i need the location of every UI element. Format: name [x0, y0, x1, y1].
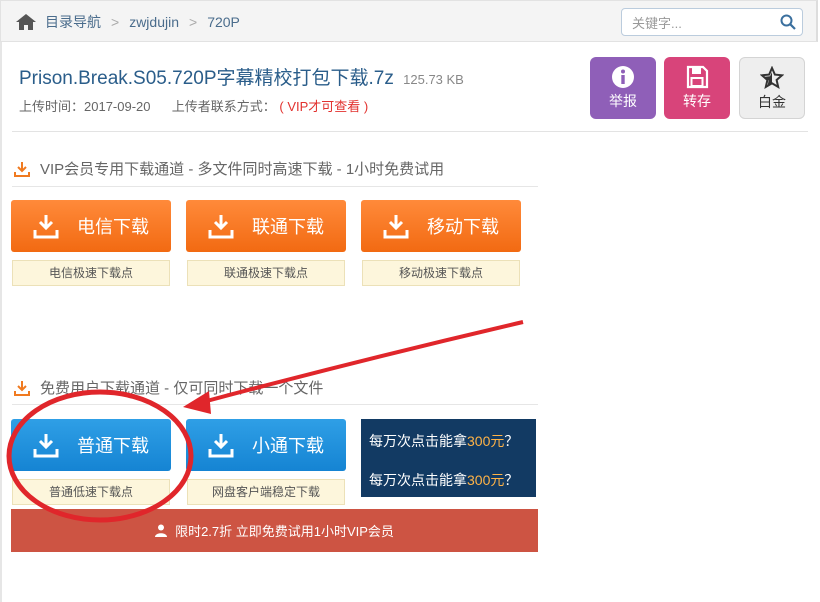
breadcrumb-item-user[interactable]: zwjdujin	[129, 14, 179, 30]
ad-line-1: 每万次点击能拿300元？	[369, 431, 518, 451]
info-icon	[612, 66, 634, 88]
section-divider	[12, 186, 538, 187]
file-meta: 上传时间：2017-09-20 上传者联系方式： ( VIP才可查看 )	[19, 96, 368, 115]
unicom-download-subtitle: 联通极速下载点	[187, 260, 345, 286]
ad-banner[interactable]: 每万次点击能拿300元？ 每万次点击能拿300元？	[361, 419, 536, 497]
free-section-label: 免费用户下载通道 - 仅可同时下载一个文件	[40, 380, 324, 397]
breadcrumb-bar: 目录导航 > zwjdujin > 720P	[0, 0, 818, 42]
client-download-subtitle: 网盘客户端稳定下载	[187, 479, 345, 505]
save-disk-icon	[686, 65, 709, 89]
ad-line-1-text: 每万次点击能拿	[369, 433, 467, 449]
report-label: 举报	[609, 93, 637, 109]
free-section-title: 免费用户下载通道 - 仅可同时下载一个文件	[14, 377, 323, 398]
telecom-download-subtitle: 电信极速下载点	[12, 260, 170, 286]
ad-line-2-text: 每万次点击能拿	[369, 472, 467, 488]
vip-trial-promo-button[interactable]: 限时2.7折 立即免费试用1小时VIP会员	[11, 509, 538, 552]
file-title: Prison.Break.S05.720P字幕精校打包下载.7z 125.73 …	[19, 63, 464, 90]
mobile-download-subtitle: 移动极速下载点	[362, 260, 520, 286]
platinum-label: 白金	[758, 94, 786, 110]
divider	[12, 131, 808, 132]
file-name: Prison.Break.S05.720P字幕精校打包下载.7z	[19, 68, 394, 89]
save-label: 转存	[683, 93, 711, 109]
download-icon	[383, 215, 409, 239]
ad-line-1-suffix: ？	[504, 433, 519, 449]
breadcrumb-item-directory[interactable]: 目录导航	[45, 12, 101, 32]
section-divider	[12, 404, 538, 405]
download-icon	[33, 215, 59, 239]
unicom-download-label: 联通下载	[252, 217, 324, 237]
search-box	[621, 8, 803, 36]
vip-trial-promo-label: 限时2.7折 立即免费试用1小时VIP会员	[175, 524, 394, 539]
vip-section-title: VIP会员专用下载通道 - 多文件同时高速下载 - 1小时免费试用	[14, 158, 444, 179]
page-left-border	[0, 0, 2, 602]
normal-download-label: 普通下载	[77, 436, 149, 456]
report-button[interactable]: 举报	[590, 57, 656, 119]
ad-line-1-amount: 300元	[467, 433, 505, 449]
download-icon	[14, 380, 30, 396]
download-icon	[208, 434, 234, 458]
breadcrumb-separator: >	[111, 14, 120, 30]
telecom-download-button[interactable]: 电信下载	[11, 200, 171, 252]
vip-section-label: VIP会员专用下载通道 - 多文件同时高速下载 - 1小时免费试用	[40, 161, 445, 178]
breadcrumb-item-folder[interactable]: 720P	[207, 14, 240, 30]
download-icon	[208, 215, 234, 239]
save-button[interactable]: 转存	[664, 57, 730, 119]
search-icon[interactable]	[780, 14, 796, 30]
mobile-download-button[interactable]: 移动下载	[361, 200, 521, 252]
home-icon[interactable]	[15, 13, 37, 31]
uploader-contact-vip[interactable]: ( VIP才可查看 )	[279, 99, 368, 114]
ad-line-2: 每万次点击能拿300元？	[369, 470, 518, 490]
client-download-label: 小通下载	[252, 436, 324, 456]
download-icon	[14, 161, 30, 177]
client-download-button[interactable]: 小通下载	[186, 419, 346, 471]
telecom-download-label: 电信下载	[77, 217, 149, 237]
user-icon	[155, 524, 168, 537]
search-input[interactable]	[630, 13, 774, 33]
download-icon	[33, 434, 59, 458]
platinum-button[interactable]: 白金	[739, 57, 805, 119]
normal-download-subtitle: 普通低速下载点	[12, 479, 170, 505]
file-size: 125.73 KB	[403, 72, 464, 87]
breadcrumb-separator: >	[189, 14, 198, 30]
unicom-download-button[interactable]: 联通下载	[186, 200, 346, 252]
upload-time: 上传时间：2017-09-20	[19, 99, 151, 114]
ad-line-2-suffix: ？	[504, 472, 519, 488]
normal-download-button[interactable]: 普通下载	[11, 419, 171, 471]
uploader-contact-label: 上传者联系方式：	[171, 99, 276, 114]
annotation-arrow	[183, 320, 524, 414]
mobile-download-label: 移动下载	[427, 217, 499, 237]
breadcrumb: 目录导航 > zwjdujin > 720P	[15, 12, 240, 32]
star-icon	[760, 66, 784, 90]
ad-line-2-amount: 300元	[467, 472, 505, 488]
